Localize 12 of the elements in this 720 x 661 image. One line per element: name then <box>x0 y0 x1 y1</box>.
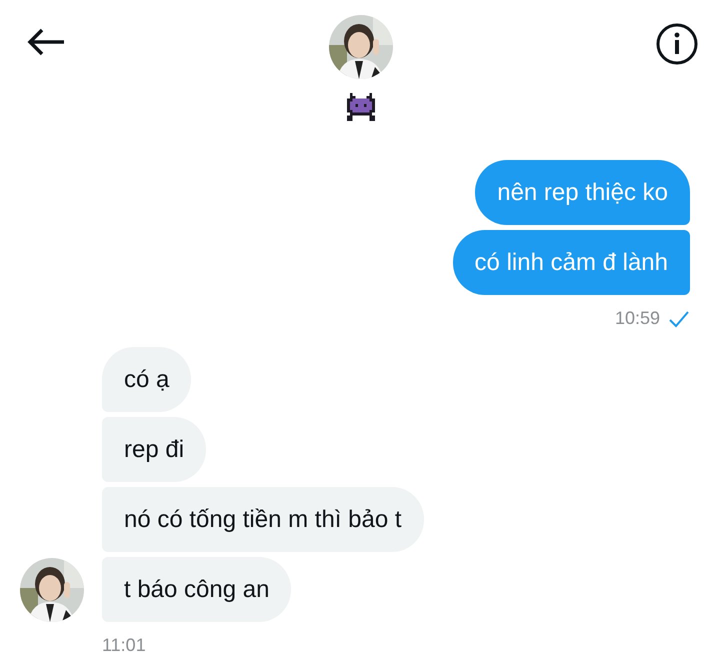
message-bubble: nên rep thiệc ko <box>475 160 690 225</box>
alien-icon <box>344 93 378 121</box>
info-icon[interactable] <box>656 23 698 65</box>
back-arrow-icon[interactable] <box>26 27 66 57</box>
message-bubble: rep đi <box>102 417 206 482</box>
message-bubble: có linh cảm đ lành <box>452 230 690 295</box>
timestamp: 11:01 <box>102 635 146 656</box>
timestamp: 10:59 <box>614 308 660 329</box>
message-bubble: nó có tống tiền m thì bảo t <box>102 487 424 552</box>
message-bubble: t báo công an <box>102 557 292 622</box>
message-bubble: có ạ <box>102 347 192 412</box>
checkmark-icon <box>668 310 690 328</box>
